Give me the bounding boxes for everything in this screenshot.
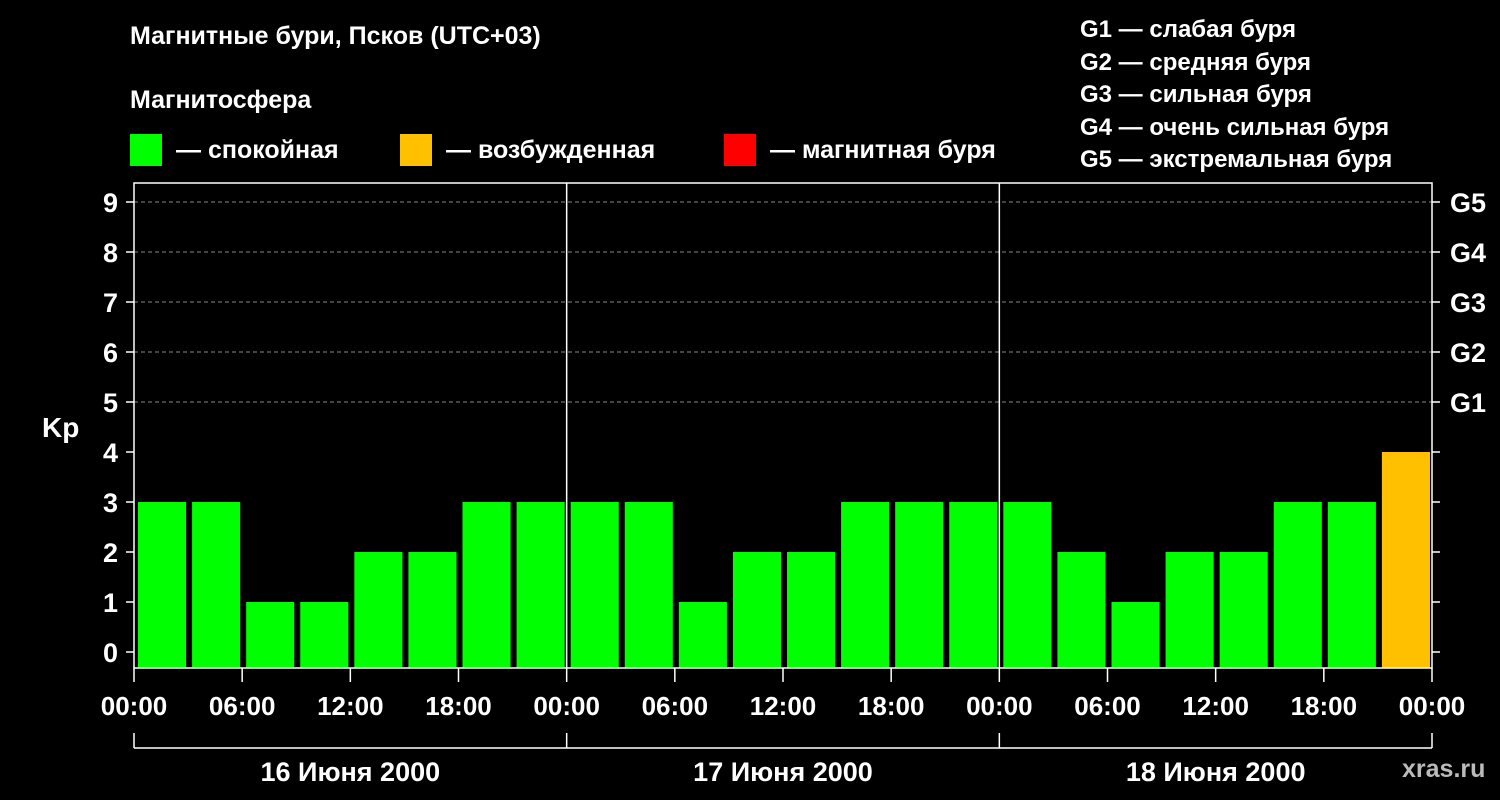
x-tick-label: 18:00 xyxy=(858,691,925,721)
kp-bar xyxy=(624,502,673,668)
kp-bar xyxy=(678,602,727,668)
kp-bar xyxy=(1327,502,1376,668)
kp-bar xyxy=(895,502,944,668)
x-tick-label: 00:00 xyxy=(533,691,600,721)
right-axis-label: G2 xyxy=(1450,338,1486,368)
x-tick-label: 12:00 xyxy=(1182,691,1249,721)
x-tick-label: 18:00 xyxy=(425,691,492,721)
x-tick-label: 00:00 xyxy=(966,691,1033,721)
y-tick-label: 7 xyxy=(103,288,118,318)
y-tick-label: 2 xyxy=(103,538,118,568)
kp-bar xyxy=(949,502,998,668)
right-axis-label: G4 xyxy=(1450,238,1486,268)
kp-bar xyxy=(1057,552,1106,668)
kp-bar xyxy=(1165,552,1214,668)
right-axis-label: G1 xyxy=(1450,388,1486,418)
watermark: xras.ru xyxy=(1402,755,1486,783)
x-tick-label: 00:00 xyxy=(101,691,168,721)
kp-bar xyxy=(732,552,781,668)
day-label: 16 Июня 2000 xyxy=(261,757,441,787)
kp-bar xyxy=(841,502,890,668)
x-tick-label: 06:00 xyxy=(209,691,276,721)
x-tick-label: 06:00 xyxy=(642,691,709,721)
y-tick-label: 5 xyxy=(103,388,118,418)
x-tick-label: 00:00 xyxy=(1399,691,1466,721)
kp-bar xyxy=(1219,552,1268,668)
kp-bar xyxy=(300,602,349,668)
x-tick-label: 12:00 xyxy=(750,691,817,721)
y-tick-label: 3 xyxy=(103,488,118,518)
kp-bar xyxy=(1381,452,1430,668)
y-tick-label: 8 xyxy=(103,238,118,268)
kp-bar xyxy=(138,502,187,668)
kp-bar xyxy=(570,502,619,668)
kp-bar-chart: 0 1 2 3 4 5 6 7 8 9 G1 G2 G3 G4 G5 00:00 06:00 12:00 18:00… xyxy=(101,182,1486,787)
day-label: 17 Июня 2000 xyxy=(693,757,873,787)
kp-bar xyxy=(1111,602,1160,668)
kp-bar xyxy=(1003,502,1052,668)
x-tick-label: 06:00 xyxy=(1074,691,1141,721)
kp-bar xyxy=(246,602,295,668)
x-tick-label: 18:00 xyxy=(1291,691,1358,721)
y-tick-label: 9 xyxy=(103,188,118,218)
kp-bar xyxy=(787,552,836,668)
kp-bar xyxy=(408,552,457,668)
kp-bar xyxy=(516,502,565,668)
kp-bar xyxy=(1273,502,1322,668)
x-tick-label: 12:00 xyxy=(317,691,384,721)
right-axis-label: G5 xyxy=(1450,188,1486,218)
y-tick-label: 1 xyxy=(103,588,118,618)
right-axis-label: G3 xyxy=(1450,288,1486,318)
y-tick-label: 6 xyxy=(103,338,118,368)
day-label: 18 Июня 2000 xyxy=(1126,757,1306,787)
y-tick-label: 4 xyxy=(103,438,118,468)
kp-bar xyxy=(462,502,511,668)
kp-bar xyxy=(192,502,241,668)
y-tick-label: 0 xyxy=(103,638,118,668)
kp-bar xyxy=(354,552,403,668)
